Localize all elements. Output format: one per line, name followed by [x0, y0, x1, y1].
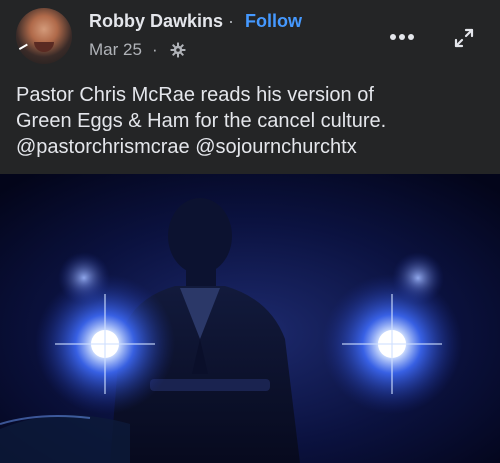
- author-name[interactable]: Robby Dawkins: [89, 11, 223, 32]
- avatar-prop: [18, 43, 28, 51]
- post-header: Robby Dawkins · Follow Mar 25 ·: [0, 0, 500, 74]
- video-player[interactable]: [0, 174, 500, 463]
- avatar-face: [34, 42, 54, 52]
- post-caption: Pastor Chris McRae reads his version of …: [16, 82, 486, 160]
- video-frame: [0, 174, 500, 463]
- gear-icon: [170, 42, 186, 58]
- separator-dot: ·: [152, 40, 158, 59]
- post-timestamp[interactable]: Mar 25: [89, 40, 142, 60]
- follow-button[interactable]: Follow: [245, 11, 302, 32]
- caption-line: Pastor Chris McRae reads his version of: [16, 84, 374, 106]
- post-card: Robby Dawkins · Follow Mar 25 · Pastor C…: [0, 0, 500, 463]
- avatar[interactable]: [16, 8, 72, 64]
- more-options-icon[interactable]: [388, 28, 416, 46]
- caption-line: Green Eggs & Ham for the cancel culture.: [16, 110, 387, 132]
- caption-line: @pastorchrismcrae @sojournchurchtx: [16, 136, 357, 158]
- expand-icon[interactable]: [452, 26, 476, 50]
- separator-dot: ·: [228, 11, 234, 31]
